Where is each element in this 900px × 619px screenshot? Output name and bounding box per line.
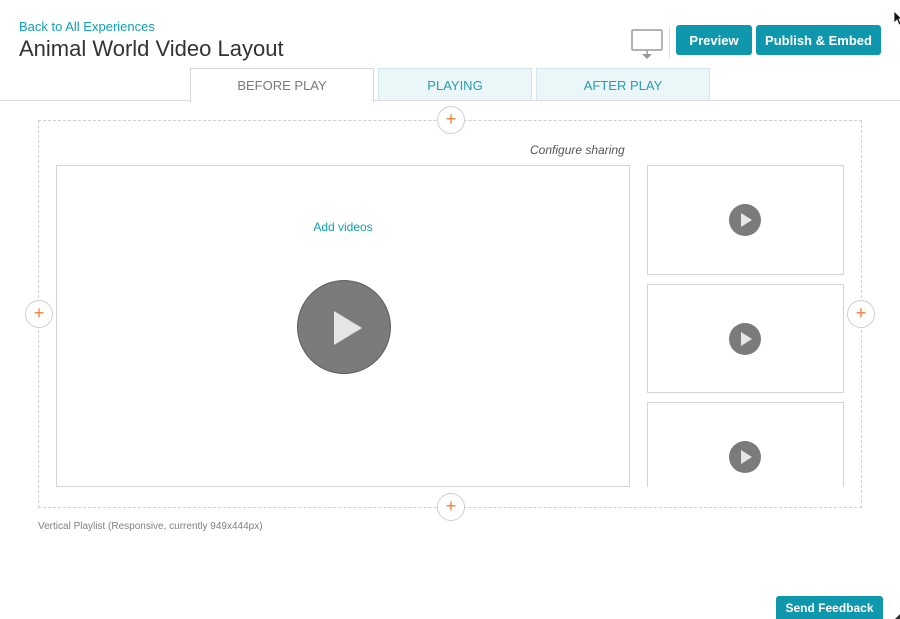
add-row-top-plus-icon[interactable]: + [437,106,465,134]
tab-playing[interactable]: PLAYING [378,68,532,101]
play-icon[interactable] [729,323,761,355]
tab-before-play[interactable]: BEFORE PLAY [190,68,374,102]
monitor-icon[interactable] [630,27,664,61]
play-icon[interactable] [729,204,761,236]
toolbar-divider [669,26,670,58]
add-videos-link[interactable]: Add videos [57,220,629,234]
configure-sharing-link[interactable]: Configure sharing [530,143,625,157]
back-to-experiences-link[interactable]: Back to All Experiences [19,19,155,34]
preview-button[interactable]: Preview [676,25,752,55]
publish-embed-button[interactable]: Publish & Embed [756,25,881,55]
cursor-icon [893,10,900,26]
playlist-item[interactable] [647,284,844,393]
add-column-left-plus-icon[interactable]: + [25,300,53,328]
play-icon[interactable] [729,441,761,473]
main-video-player[interactable]: Add videos [56,165,630,487]
playlist-item[interactable] [647,165,844,275]
layout-editor-page: Back to All Experiences Animal World Vid… [0,0,900,619]
layout-size-info: Vertical Playlist (Responsive, currently… [38,521,263,532]
tab-bar-divider [0,100,900,101]
send-feedback-button[interactable]: Send Feedback [776,596,883,619]
resize-grip-icon [890,609,900,619]
playlist-item[interactable] [647,402,844,487]
main-play-icon[interactable] [297,280,391,374]
add-column-right-plus-icon[interactable]: + [847,300,875,328]
add-row-bottom-plus-icon[interactable]: + [437,493,465,521]
page-title: Animal World Video Layout [19,36,284,61]
tab-after-play[interactable]: AFTER PLAY [536,68,710,101]
